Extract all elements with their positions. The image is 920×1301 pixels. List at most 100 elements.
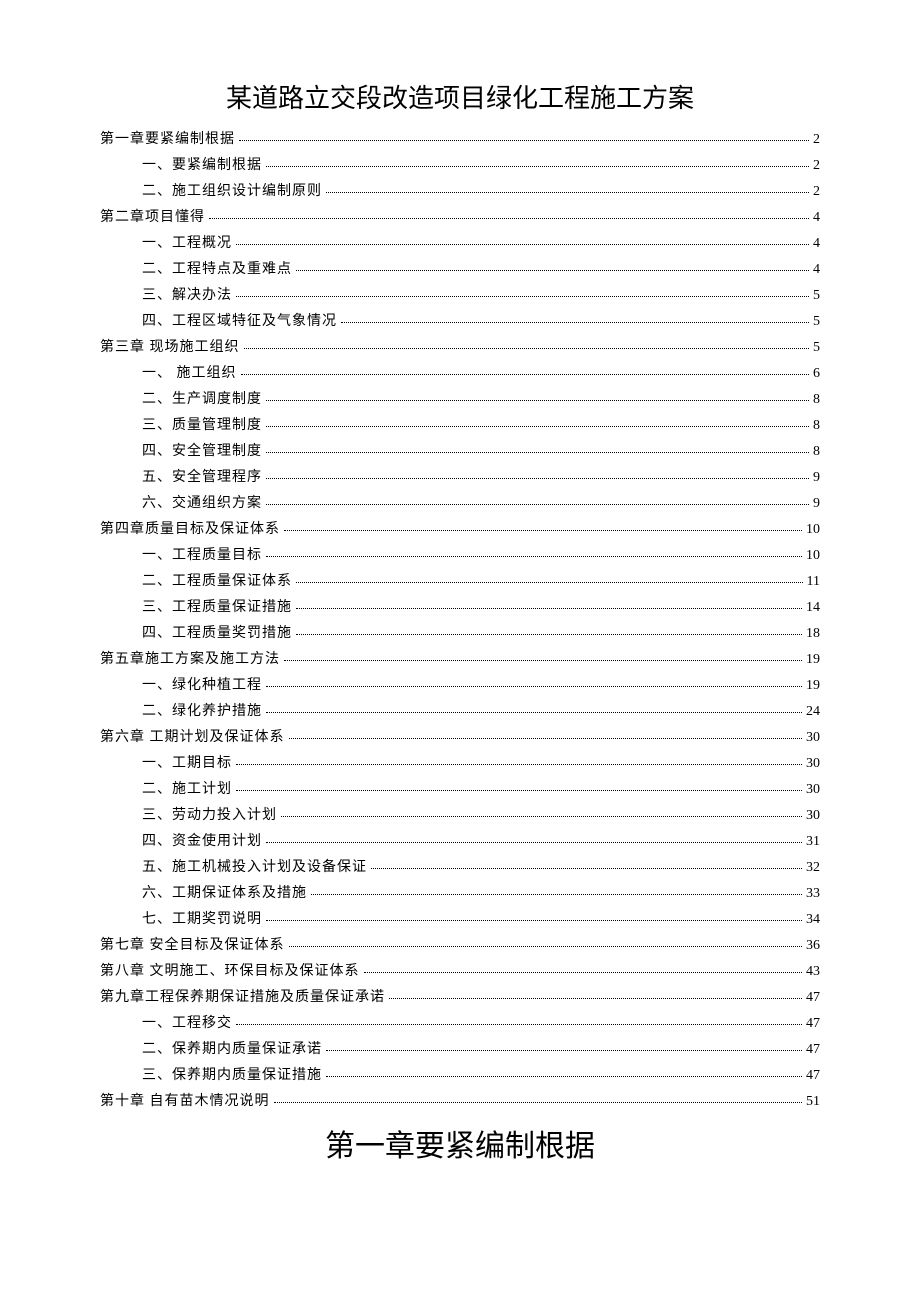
toc-entry-label: 第五章施工方案及施工方法 <box>100 653 280 667</box>
toc-leader-dots <box>266 686 802 687</box>
toc-leader-dots <box>266 556 802 557</box>
toc-entry[interactable]: 五、施工机械投入计划及设备保证 32 <box>100 861 820 875</box>
toc-entry-label: 三、保养期内质量保证措施 <box>142 1069 322 1083</box>
toc-entry-page: 10 <box>806 549 820 563</box>
toc-entry-label: 一、工期目标 <box>142 757 232 771</box>
toc-leader-dots <box>236 790 802 791</box>
toc-leader-dots <box>296 608 802 609</box>
toc-entry[interactable]: 一、工程概况4 <box>100 237 820 251</box>
toc-entry[interactable]: 一、工期目标30 <box>100 757 820 771</box>
toc-entry-page: 51 <box>806 1095 820 1109</box>
toc-entry-page: 32 <box>806 861 820 875</box>
toc-entry[interactable]: 第四章质量目标及保证体系10 <box>100 523 820 537</box>
toc-entry-label: 二、工程质量保证体系 <box>142 575 292 589</box>
toc-entry-label: 四、资金使用计划 <box>142 835 262 849</box>
toc-leader-dots <box>296 634 802 635</box>
toc-entry-label: 一、绿化种植工程 <box>142 679 262 693</box>
toc-entry[interactable]: 二、绿化养护措施24 <box>100 705 820 719</box>
toc-entry-label: 二、绿化养护措施 <box>142 705 262 719</box>
toc-entry[interactable]: 三、劳动力投入计划30 <box>100 809 820 823</box>
toc-leader-dots <box>274 1102 803 1103</box>
toc-entry[interactable]: 二、工程质量保证体系 11 <box>100 575 820 589</box>
toc-entry[interactable]: 二、施工组织设计编制原则2 <box>100 185 820 199</box>
toc-entry-label: 第四章质量目标及保证体系 <box>100 523 280 537</box>
toc-entry[interactable]: 三、解决办法5 <box>100 289 820 303</box>
toc-entry-label: 一、工程移交 <box>142 1017 232 1031</box>
toc-leader-dots <box>266 920 802 921</box>
toc-entry-page: 4 <box>813 263 820 277</box>
toc-leader-dots <box>341 322 809 323</box>
toc-entry-page: 11 <box>807 575 820 589</box>
toc-entry-page: 2 <box>813 133 820 147</box>
toc-entry-page: 34 <box>806 913 820 927</box>
toc-entry-page: 5 <box>813 289 820 303</box>
toc-entry-page: 6 <box>813 367 820 381</box>
toc-entry-label: 六、工期保证体系及措施 <box>142 887 307 901</box>
toc-leader-dots <box>266 400 809 401</box>
toc-entry-page: 8 <box>813 393 820 407</box>
toc-entry-label: 第一章要紧编制根据 <box>100 133 235 147</box>
toc-leader-dots <box>266 426 809 427</box>
toc-leader-dots <box>241 374 810 375</box>
toc-entry-label: 五、施工机械投入计划及设备保证 <box>142 861 367 875</box>
toc-entry[interactable]: 一、 施工组织 6 <box>100 367 820 381</box>
toc-entry[interactable]: 第五章施工方案及施工方法19 <box>100 653 820 667</box>
toc-entry-label: 七、工期奖罚说明 <box>142 913 262 927</box>
toc-entry[interactable]: 四、工程质量奖罚措施18 <box>100 627 820 641</box>
toc-entry[interactable]: 三、保养期内质量保证措施47 <box>100 1069 820 1083</box>
toc-entry[interactable]: 第二章项目懂得 4 <box>100 211 820 225</box>
toc-entry-label: 二、工程特点及重难点 <box>142 263 292 277</box>
toc-entry[interactable]: 第一章要紧编制根据 2 <box>100 133 820 147</box>
toc-entry[interactable]: 第九章工程保养期保证措施及质量保证承诺47 <box>100 991 820 1005</box>
toc-entry[interactable]: 二、保养期内质量保证承诺47 <box>100 1043 820 1057</box>
toc-entry-page: 9 <box>813 471 820 485</box>
toc-entry-label: 一、 施工组织 <box>142 367 237 381</box>
toc-entry[interactable]: 二、工程特点及重难点 4 <box>100 263 820 277</box>
toc-leader-dots <box>266 166 809 167</box>
toc-entry[interactable]: 一、工程移交47 <box>100 1017 820 1031</box>
toc-leader-dots <box>311 894 802 895</box>
toc-entry[interactable]: 四、资金使用计划 31 <box>100 835 820 849</box>
toc-entry-label: 三、工程质量保证措施 <box>142 601 292 615</box>
toc-entry[interactable]: 六、工期保证体系及措施33 <box>100 887 820 901</box>
toc-leader-dots <box>281 816 802 817</box>
toc-entry[interactable]: 二、施工计划30 <box>100 783 820 797</box>
toc-entry-label: 四、工程区域特征及气象情况 <box>142 315 337 329</box>
toc-entry-page: 4 <box>813 211 820 225</box>
toc-entry-label: 第九章工程保养期保证措施及质量保证承诺 <box>100 991 385 1005</box>
table-of-contents: 第一章要紧编制根据 2 一、要紧编制根据2 二、施工组织设计编制原则2 第二章项目懂得 4… <box>100 133 820 1109</box>
toc-entry-page: 30 <box>806 731 820 745</box>
toc-leader-dots <box>284 660 802 661</box>
toc-entry[interactable]: 一、要紧编制根据2 <box>100 159 820 173</box>
toc-entry[interactable]: 一、工程质量目标10 <box>100 549 820 563</box>
toc-entry[interactable]: 五、安全管理程序9 <box>100 471 820 485</box>
toc-entry[interactable]: 第七章 安全目标及保证体系36 <box>100 939 820 953</box>
toc-entry-page: 30 <box>806 809 820 823</box>
toc-leader-dots <box>289 946 803 947</box>
toc-entry[interactable]: 七、工期奖罚说明 34 <box>100 913 820 927</box>
toc-entry-label: 六、交通组织方案 <box>142 497 262 511</box>
toc-entry[interactable]: 一、绿化种植工程19 <box>100 679 820 693</box>
toc-leader-dots <box>236 244 809 245</box>
toc-entry[interactable]: 第八章 文明施工、环保目标及保证体系43 <box>100 965 820 979</box>
toc-entry[interactable]: 二、生产调度制度8 <box>100 393 820 407</box>
toc-entry[interactable]: 第三章 现场施工组织5 <box>100 341 820 355</box>
toc-entry-label: 第二章项目懂得 <box>100 211 205 225</box>
toc-entry[interactable]: 四、安全管理制度8 <box>100 445 820 459</box>
toc-leader-dots <box>371 868 802 869</box>
toc-leader-dots <box>266 452 809 453</box>
toc-entry-label: 四、安全管理制度 <box>142 445 262 459</box>
toc-entry[interactable]: 三、工程质量保证措施14 <box>100 601 820 615</box>
toc-entry-label: 三、质量管理制度 <box>142 419 262 433</box>
toc-entry-page: 31 <box>806 835 820 849</box>
toc-entry[interactable]: 四、工程区域特征及气象情况5 <box>100 315 820 329</box>
toc-entry-label: 二、保养期内质量保证承诺 <box>142 1043 322 1057</box>
toc-entry-page: 8 <box>813 419 820 433</box>
toc-leader-dots <box>266 842 802 843</box>
toc-entry[interactable]: 三、质量管理制度 8 <box>100 419 820 433</box>
toc-leader-dots <box>239 140 809 141</box>
toc-entry[interactable]: 第六章 工期计划及保证体系30 <box>100 731 820 745</box>
toc-entry-page: 30 <box>806 783 820 797</box>
toc-entry[interactable]: 第十章 自有苗木情况说明51 <box>100 1095 820 1109</box>
toc-entry[interactable]: 六、交通组织方案9 <box>100 497 820 511</box>
